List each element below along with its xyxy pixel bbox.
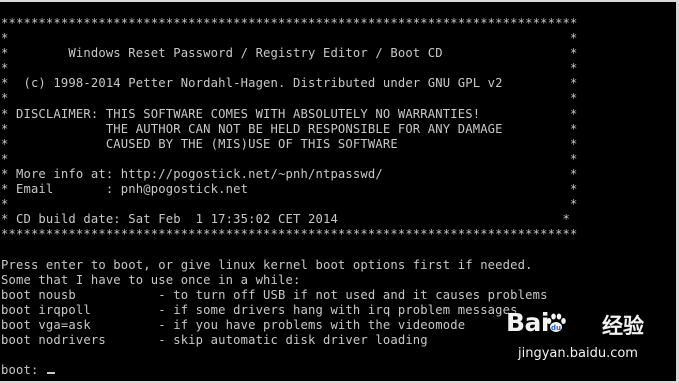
boot-option-nodrivers: boot nodrivers - skip automatic disk dri… [1,332,428,347]
banner-title: * Windows Reset Password / Registry Edit… [1,46,578,61]
banner-line: * * [1,31,578,46]
boot-prompt-line[interactable]: boot: [1,363,578,378]
boot-instructions: Press enter to boot, or give linux kerne… [1,257,533,272]
boot-options-intro: Some that I have to use once in a while: [1,272,301,287]
text-cursor [46,372,55,375]
terminal-output: ****************************************… [1,16,578,378]
boot-console[interactable]: ****************************************… [0,0,679,383]
boot-prompt[interactable]: boot: [1,363,46,377]
banner-disclaimer: * THE AUTHOR CAN NOT BE HELD RESPONSIBLE… [1,121,578,136]
banner-border-top: ****************************************… [1,16,578,30]
banner-more-info: * More info at: http://pogostick.net/~pn… [1,166,578,181]
banner-build-date: * CD build date: Sat Feb 1 17:35:02 CET … [1,212,571,227]
banner-line: * * [1,197,578,212]
jingyan-chinese-text: 经验 [602,314,644,338]
baidu-logo-text: Bai [506,308,550,337]
baidu-jingyan-watermark: Bai du 经验 jingyan.baidu.com [498,306,668,376]
banner-disclaimer: * DISCLAIMER: THIS SOFTWARE COMES WITH A… [1,106,578,121]
banner-copyright: * (c) 1998-2014 Petter Nordahl-Hagen. Di… [1,76,578,91]
banner-disclaimer: * CAUSED BY THE (MIS)USE OF THIS SOFTWAR… [1,136,578,151]
banner-email: * Email : pnh@pogostick.net * [1,182,578,197]
boot-option-vga: boot vga=ask - if you have problems with… [1,317,466,332]
frame-border-top [0,0,679,2]
paw-icon: du [546,313,566,332]
watermark-url: jingyan.baidu.com [518,346,638,361]
banner-line: * * [1,91,578,106]
boot-option-nousb: boot nousb - to turn off USB if not used… [1,287,548,302]
banner-line: * * [1,151,578,166]
boot-option-irqpoll: boot irqpoll - if some drivers hang with… [1,302,518,317]
svg-text:du: du [551,324,561,332]
banner-border-bottom: ****************************************… [1,227,578,242]
banner-line: * * [1,61,578,76]
